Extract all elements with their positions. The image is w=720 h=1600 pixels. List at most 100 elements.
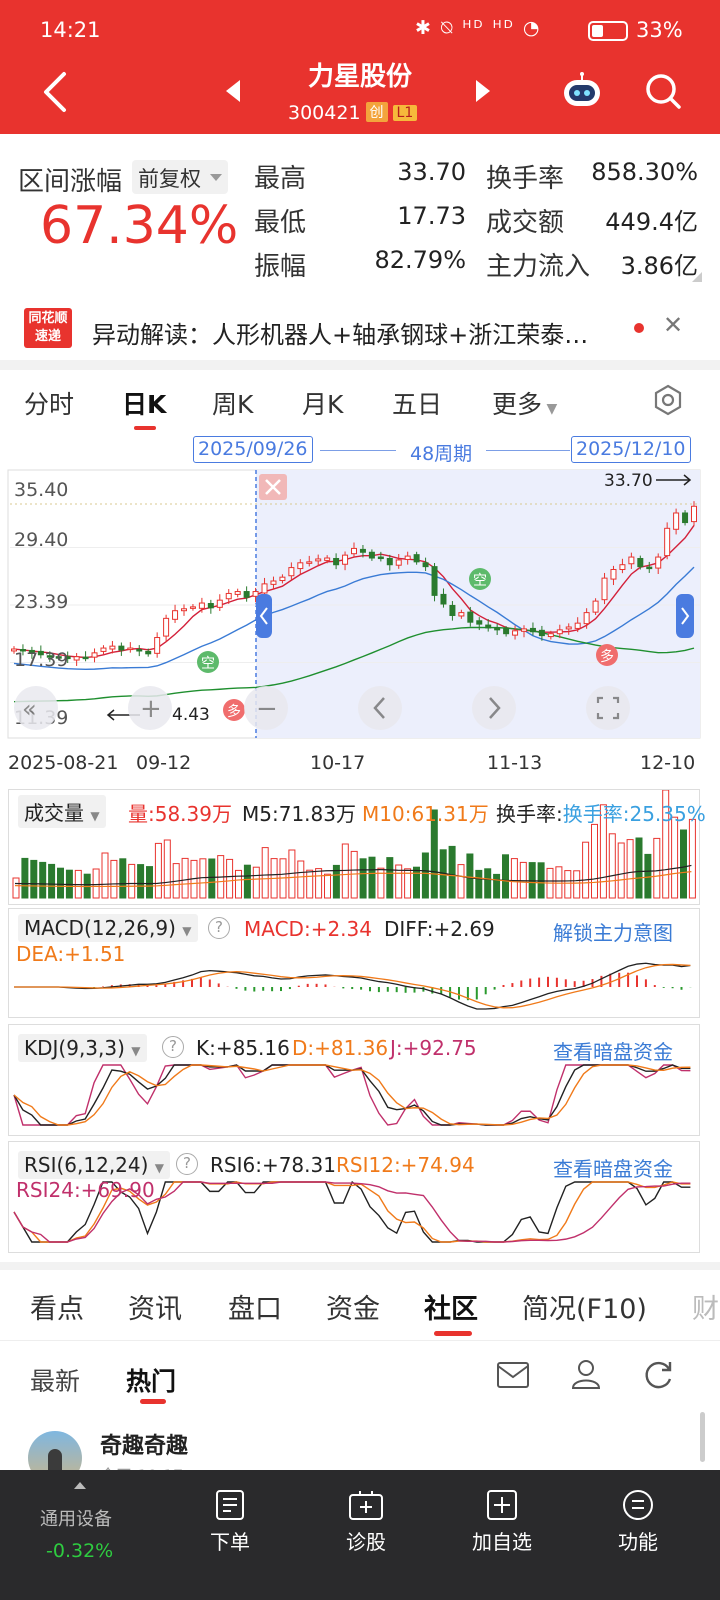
kdj-indicator-select[interactable]: KDJ(9,3,3) ▼ [18,1034,147,1062]
news-headline[interactable]: 异动解读：人形机器人+轴承钢球+浙江荣泰… [92,315,588,350]
x-date: 09-12 [136,752,192,774]
battery-icon [588,21,628,41]
adjust-mode-select[interactable]: 前复权 [132,160,228,194]
candle [100,647,107,652]
candle [691,505,697,523]
expand-corner-icon[interactable] [692,272,702,282]
menu-icon [623,1490,653,1520]
candle [279,576,286,582]
macd-indicator-select[interactable]: MACD(12,26,9) ▼ [18,914,198,942]
next-stock-icon[interactable] [476,80,490,102]
volume-bar [359,858,367,899]
tab-community[interactable]: 社区 [424,1287,478,1326]
scroll-left-handle[interactable] [256,594,272,638]
post-author[interactable]: 奇趣奇趣 [100,1428,188,1460]
order-button[interactable]: 下单 [180,1488,280,1555]
functions-button[interactable]: 功能 [588,1488,688,1555]
candle [467,611,474,623]
kline-chart[interactable]: 35.40 29.40 23.39 17.39 11.39 33.70 4.43… [0,462,720,752]
mail-icon[interactable] [496,1360,530,1390]
candle [592,600,599,613]
dark-pool-link[interactable]: 查看暗盘资金 [553,1153,673,1182]
scrollbar[interactable] [700,1412,705,1462]
news-ticker[interactable]: 同花顺 速递 异动解读：人形机器人+轴承钢球+浙江荣泰… ✕ [0,298,720,360]
x-date: 2025-08-21 [8,752,119,774]
search-icon[interactable] [644,72,682,110]
candle [252,591,259,597]
tab-five-day[interactable]: 五日 [392,385,442,421]
svg-text:空: 空 [473,573,487,589]
volume-bar [680,829,687,899]
dark-pool-link[interactable]: 查看暗盘资金 [553,1036,673,1065]
scroll-right-handle[interactable] [676,594,694,638]
volume-bar [573,870,581,899]
period-start-date[interactable]: 2025/09/26 [193,436,313,463]
low-label: 最低 [254,208,307,238]
candle [682,512,689,524]
candle [73,656,80,661]
news-logo: 同花顺 速递 [24,308,72,348]
candle [109,645,116,650]
tab-latest[interactable]: 最新 [30,1362,80,1398]
prev-stock-icon[interactable] [226,80,240,102]
tab-intraday[interactable]: 分时 [24,385,74,421]
main-inflow-label: 主力流入 [486,252,591,282]
tab-hot[interactable]: 热门 [126,1362,176,1398]
app-header: 14:21 ✱ ⍉ ᴴᴰ ᴴᴰ ◔ 33% 力星股份 300421 创 L1 [0,0,720,134]
volume-indicator-select[interactable]: 成交量 ▼ [18,795,106,828]
help-icon[interactable]: ? [176,1153,198,1175]
user-icon[interactable] [570,1358,602,1390]
svg-text:空: 空 [201,656,215,672]
help-icon[interactable]: ? [162,1036,184,1058]
tab-finance[interactable]: 财 [692,1287,719,1326]
rsi-indicator-select[interactable]: RSI(6,12,24) ▼ [18,1151,171,1179]
close-range-icon[interactable] [259,474,287,500]
stock-title: 力星股份 [307,62,412,92]
volume-turnover: 换手率:换手率:25.35% [496,802,706,826]
tab-weekly-k[interactable]: 周K [212,385,253,421]
volume-bar [421,852,429,899]
candle [619,564,626,571]
candle [297,562,304,570]
candle [574,622,581,629]
volume-bar [617,842,625,899]
tab-more[interactable]: 更多 ▼ [492,385,557,421]
zoom-out-icon: − [256,694,278,724]
help-icon[interactable]: ? [208,917,230,939]
candle [637,557,644,568]
add-watchlist-button[interactable]: 加自选 [452,1488,552,1555]
y-tick: 35.40 [14,479,68,501]
battery-percent: 33% [636,18,683,42]
range-change-value: 67.34% [40,196,239,256]
close-icon[interactable]: ✕ [663,311,683,339]
candle [324,557,331,561]
macd-value: MACD:+2.34 [244,917,372,941]
unlock-main-intent-link[interactable]: 解锁主力意图 [553,917,673,946]
tab-monthly-k[interactable]: 月K [302,385,343,421]
macd-dea: DEA:+1.51 [16,942,126,966]
candle [449,604,456,616]
candle [207,603,214,609]
active-subtab-indicator [140,1399,166,1404]
refresh-icon[interactable] [642,1359,674,1391]
chart-settings-icon[interactable] [652,384,684,416]
volume-bar [671,816,679,899]
candle [342,554,349,565]
expand-up-icon[interactable] [74,1482,86,1489]
tab-daily-k[interactable]: 日K [122,385,166,421]
candle [529,627,536,633]
volume-bar [306,869,314,899]
period-end-date[interactable]: 2025/12/10 [571,436,691,463]
volume-bar [626,839,634,899]
robot-assistant-icon[interactable] [560,72,604,110]
tab-order-book[interactable]: 盘口 [228,1287,282,1326]
volume-bar [57,867,64,899]
amount-label: 成交额 [486,208,565,238]
diagnose-button[interactable]: 诊股 [316,1488,416,1555]
tab-highlights[interactable]: 看点 [30,1287,84,1326]
tab-funds[interactable]: 资金 [326,1287,380,1326]
volume-bar [181,857,189,899]
tab-news[interactable]: 资讯 [128,1287,182,1326]
tab-f10[interactable]: 简况(F10) [522,1287,647,1326]
sector-name[interactable]: 通用设备 [40,1505,112,1531]
